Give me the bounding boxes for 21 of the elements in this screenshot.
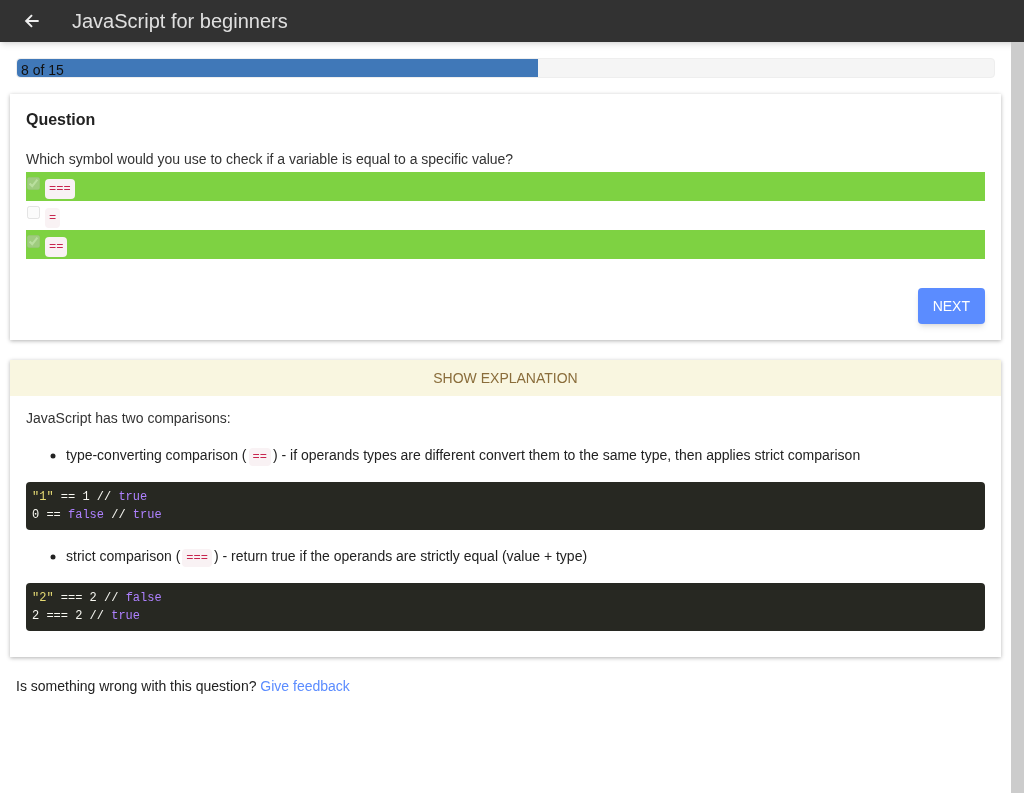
bullet-icon	[50, 553, 56, 560]
code-line: 2 === 2 // true	[32, 608, 142, 625]
bullet-text: strict comparison ( === ) - return true if the operands are strictly equal (value + type)	[66, 547, 588, 567]
answer-code: ===	[45, 179, 75, 199]
bullet-icon	[50, 452, 56, 459]
code-line: "1" == 1 // true	[32, 489, 149, 506]
progress-label: 8 of 15	[21, 61, 64, 80]
scrollbar[interactable]	[1011, 42, 1024, 793]
code-line: "2" === 2 // false	[32, 590, 163, 607]
feedback-text: Is something wrong with this question?	[16, 678, 257, 694]
answer-code: =	[45, 208, 61, 228]
app-title: JavaScript for beginners	[72, 9, 288, 34]
explanation-intro: JavaScript has two comparisons:	[26, 409, 232, 428]
next-button[interactable]: NEXT	[917, 288, 985, 324]
question-heading: Question	[26, 110, 97, 130]
show-explanation-button[interactable]: SHOW EXPLANATION	[10, 360, 1001, 396]
answer-code: ==	[45, 237, 68, 257]
question-text: Which symbol would you use to check if a variable is equal to a specific value?	[26, 150, 515, 169]
bullet-text: type-converting comparison ( == ) - if operands types are different convert them to the same type, then applies strict comparison	[66, 446, 861, 466]
feedback-link[interactable]: Give feedback	[260, 678, 350, 694]
code-line: 0 == false // true	[32, 507, 163, 524]
